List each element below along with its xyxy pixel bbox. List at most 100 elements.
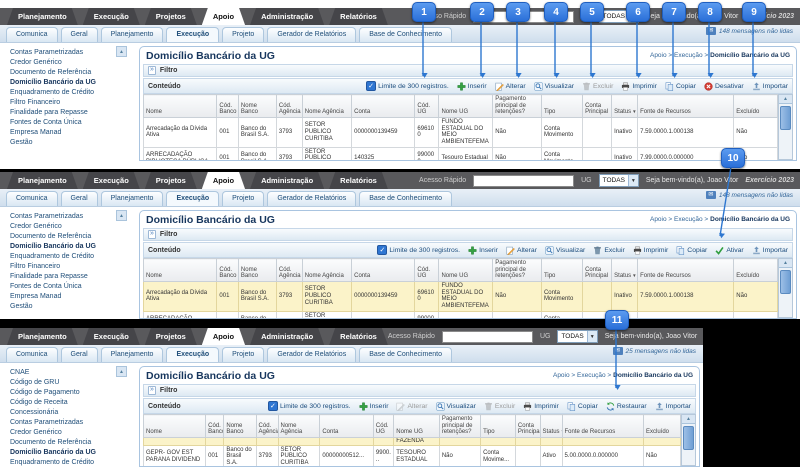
tab-execucao[interactable]: Execução xyxy=(166,191,220,206)
table-row[interactable]: ARRECADAÇÃO BIBLIOTECA PÚBLICA001Banco d… xyxy=(143,146,779,160)
sidebar-item-enquadramento-de-credito[interactable]: Enquadramento de Crédito xyxy=(10,457,133,467)
column-header-tipo[interactable]: Tipo xyxy=(540,94,584,118)
column-header-cod-banco[interactable]: Cód. Banco xyxy=(216,94,239,118)
tab-planejamento[interactable]: Planejamento xyxy=(100,191,164,206)
tab-execucao[interactable]: Execução xyxy=(166,347,220,362)
column-header-nome-ug[interactable]: Nome UG xyxy=(438,94,494,118)
sidebar-item-domicilio-bancario-da-ug[interactable]: Domicílio Bancário da UG xyxy=(10,241,133,251)
column-header-cod-agencia[interactable]: Cód. Agência xyxy=(275,258,303,282)
sidebar-scrollbar[interactable]: ▲ xyxy=(116,366,127,377)
table-scrollbar[interactable]: ▲ xyxy=(778,94,793,160)
sidebar-item-contas-parametrizadas[interactable]: Contas Parametrizadas xyxy=(10,417,133,427)
column-header-cod-agencia[interactable]: Cód. Agência xyxy=(275,94,303,118)
sidebar-item-finalidade-para-repasse[interactable]: Finalidade para Repasse xyxy=(10,271,133,281)
scroll-thumb[interactable] xyxy=(780,106,792,130)
menu-item-execucao[interactable]: Execução xyxy=(83,172,140,189)
menu-item-administracao[interactable]: Administração xyxy=(250,8,324,25)
tab-projeto[interactable]: Projeto xyxy=(222,191,265,206)
column-header-conta[interactable]: Conta xyxy=(319,414,374,438)
deactivate-button[interactable]: Desativar xyxy=(704,81,744,91)
menu-item-administracao[interactable]: Administração xyxy=(250,328,324,345)
column-header-pagamento-principal-de-retencoes[interactable]: Pagamento principal de retenções? xyxy=(492,94,542,118)
view-button[interactable]: Visualizar xyxy=(533,81,574,91)
column-header-conta-principal[interactable]: Conta Principal xyxy=(514,414,541,438)
limit-300-option[interactable]: ✓ Limite de 300 registros. xyxy=(267,401,351,411)
breadcrumb[interactable]: Apoio > Execução > Domicílio Bancário da … xyxy=(650,216,790,223)
sidebar-item-empresa-manad[interactable]: Empresa Manad xyxy=(10,291,133,301)
column-header-fonte-de-recursos[interactable]: Fonte de Recursos xyxy=(561,414,644,438)
breadcrumb-path[interactable]: Apoio > Execução > xyxy=(650,52,708,59)
tab-base-de-conhecimento[interactable]: Base de Conhecimento xyxy=(359,191,452,206)
sidebar-item-filtro-financeiro[interactable]: Filtro Financeiro xyxy=(10,97,133,107)
sidebar-item-documento-de-referencia[interactable]: Documento de Referência xyxy=(10,231,133,241)
sidebar-scrollbar[interactable]: ▲ xyxy=(116,46,127,57)
sidebar-item-domicilio-bancario-da-ug[interactable]: Domicílio Bancário da UG xyxy=(10,447,133,457)
column-header-nome[interactable]: Nome xyxy=(143,258,218,282)
scroll-thumb[interactable] xyxy=(780,270,792,294)
tab-geral[interactable]: Geral xyxy=(60,191,98,206)
menu-item-apoio[interactable]: Apoio xyxy=(202,8,245,25)
menu-item-apoio[interactable]: Apoio xyxy=(202,328,245,345)
sidebar-item-filtro-financeiro[interactable]: Filtro Financeiro xyxy=(10,261,133,271)
table-scrollbar[interactable]: ▲ xyxy=(681,414,696,466)
sidebar-item-gestao[interactable]: Gestão xyxy=(10,137,133,147)
tab-projeto[interactable]: Projeto xyxy=(222,347,265,362)
sidebar-item-concessionaria[interactable]: Concessionária xyxy=(10,407,133,417)
sidebar-item-codigo-de-pagamento[interactable]: Código de Pagamento xyxy=(10,387,133,397)
tab-geral[interactable]: Geral xyxy=(60,27,98,42)
copy-button[interactable]: Copiar xyxy=(676,245,707,255)
sidebar-scrollbar[interactable]: ▲ xyxy=(116,210,127,221)
menu-item-planejamento[interactable]: Planejamento xyxy=(7,172,78,189)
filter-section-header[interactable]: » Filtro xyxy=(143,384,696,397)
tab-gerador-de-relatorios[interactable]: Gerador de Relatórios xyxy=(267,191,357,206)
menu-item-execucao[interactable]: Execução xyxy=(83,328,140,345)
delete-button[interactable]: Excluir xyxy=(593,246,625,255)
print-button[interactable]: Imprimir xyxy=(633,246,668,255)
table-row[interactable]: Arrecadação da Dívida Ativa 001 Banco do B… xyxy=(143,280,779,312)
limit-checkbox[interactable]: ✓ xyxy=(377,245,388,255)
sidebar-item-empresa-manad[interactable]: Empresa Manad xyxy=(10,127,133,137)
ug-select[interactable]: TODAS▼ xyxy=(557,330,598,343)
edit-button[interactable]: Alterar xyxy=(495,82,526,91)
import-button[interactable]: Importar xyxy=(655,402,691,411)
table-row[interactable]: Arrecadação da Dívida Ativa 001 Banco do B… xyxy=(143,116,779,148)
sidebar-item-documento-de-referencia[interactable]: Documento de Referência xyxy=(10,67,133,77)
quick-access-input[interactable] xyxy=(473,174,575,187)
tab-planejamento[interactable]: Planejamento xyxy=(100,27,164,42)
tab-base-de-conhecimento[interactable]: Base de Conhecimento xyxy=(359,347,452,362)
column-header-status[interactable]: Status▼ xyxy=(611,94,639,118)
column-header-nome-banco[interactable]: Nome Banco xyxy=(223,414,257,438)
limit-300-option[interactable]: ✓ Limite de 300 registros. xyxy=(366,81,449,91)
column-header-nome-agencia[interactable]: Nome Agência xyxy=(277,414,321,438)
table-row[interactable]: ARRECADAÇÃO BIBLIOTECA PÚBLICA001Banco d… xyxy=(143,310,779,318)
menu-item-relatorios[interactable]: Relatórios xyxy=(329,328,388,345)
table-row[interactable]: FAZENDA xyxy=(143,436,682,446)
breadcrumb[interactable]: Apoio > Execução > Domicílio Bancário da … xyxy=(650,52,790,59)
column-header-cod-ug[interactable]: Cód. UG xyxy=(372,414,395,438)
unread-messages[interactable]: ✉ 148 mensagens não lidas xyxy=(705,27,793,35)
column-header-nome-agencia[interactable]: Nome Agência xyxy=(301,94,353,118)
tab-comunica[interactable]: Comunica xyxy=(6,347,58,362)
column-header-fonte-de-recursos[interactable]: Fonte de Recursos xyxy=(637,94,735,118)
column-header-cod-ug[interactable]: Cód. UG xyxy=(414,94,440,118)
column-header-fonte-de-recursos[interactable]: Fonte de Recursos xyxy=(637,258,735,282)
view-button[interactable]: Visualizar xyxy=(435,401,476,411)
column-header-nome-agencia[interactable]: Nome Agência xyxy=(301,258,353,282)
import-button[interactable]: Importar xyxy=(752,246,788,255)
column-header-pagamento-principal-de-retencoes[interactable]: Pagamento principal de retenções? xyxy=(492,258,542,282)
quick-access-input[interactable] xyxy=(441,330,533,343)
column-header-excluido[interactable]: Excluído xyxy=(733,258,779,282)
column-header-nome-banco[interactable]: Nome Banco xyxy=(237,94,277,118)
column-header-conta[interactable]: Conta xyxy=(351,94,416,118)
column-header-nome-banco[interactable]: Nome Banco xyxy=(237,258,277,282)
scroll-up-icon[interactable]: ▲ xyxy=(682,415,695,424)
sidebar-item-fontes-de-conta-unica[interactable]: Fontes de Conta Única xyxy=(10,117,133,127)
menu-item-planejamento[interactable]: Planejamento xyxy=(7,328,78,345)
menu-item-planejamento[interactable]: Planejamento xyxy=(7,8,78,25)
breadcrumb-path[interactable]: Apoio > Execução > xyxy=(553,372,611,379)
breadcrumb[interactable]: Apoio > Execução > Domicílio Bancário da … xyxy=(553,372,693,379)
filter-section-header[interactable]: » Filtro xyxy=(143,228,793,241)
table-scrollbar[interactable]: ▲ xyxy=(778,258,793,318)
sidebar-item-codigo-de-gru[interactable]: Código de GRU xyxy=(10,377,133,387)
restore-button[interactable]: Restaurar xyxy=(606,401,647,411)
